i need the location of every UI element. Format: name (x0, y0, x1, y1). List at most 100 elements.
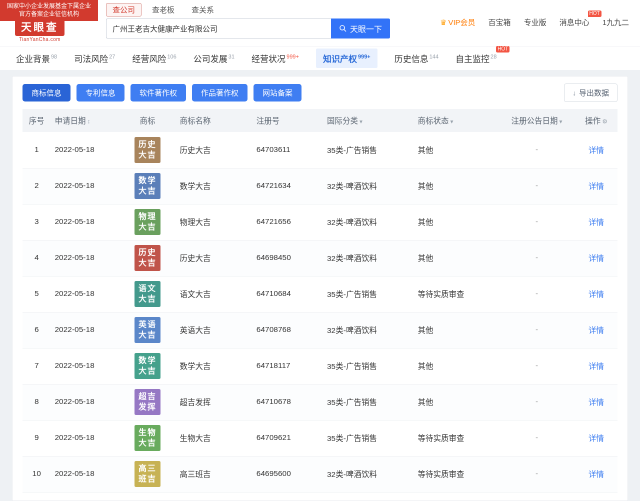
crown-icon: ♛ (439, 18, 447, 28)
search-icon (339, 25, 347, 32)
nav-item[interactable]: 企业背景98 (16, 52, 57, 65)
cell-mark-name: 物理大吉 (175, 204, 253, 241)
detail-link[interactable]: 详情 (589, 399, 605, 408)
nav-item[interactable]: 知识产权999+ (315, 48, 378, 68)
trademark-image[interactable]: 生物 大吉 (134, 425, 161, 451)
toolbar: 商标信息 专利信息 软件著作权 作品著作权 网站备案 ↓ 导出数据 (22, 83, 618, 102)
search-tab[interactable]: 查公司 (106, 3, 142, 17)
user-menu-item[interactable]: ♛ VIP会员 (440, 17, 475, 28)
certification-ribbon: 国家中小企业发展基金下属企业 官方备案企业征信机构 (0, 0, 99, 21)
user-menu-item[interactable]: 1九九二 (602, 17, 629, 28)
trademark-image[interactable]: 超吉 发挥 (134, 389, 161, 415)
cell-mark: 超吉 发挥 (119, 384, 176, 421)
column-header: 注册公告日期 ▾ (498, 109, 576, 132)
cell-serial: 2 (22, 168, 51, 205)
cell-status: 其他 (413, 168, 499, 205)
cell-serial: 6 (22, 312, 51, 349)
cell-mark: 物理 大吉 (119, 204, 176, 241)
user-menu-item[interactable]: 百宝箱 (488, 17, 511, 28)
cell-apply-date: 2022-05-18 (50, 420, 120, 457)
cell-mark: 数学 大吉 (119, 168, 176, 205)
trademark-image[interactable]: 英语 大吉 (134, 317, 161, 343)
cell-serial: 10 (22, 456, 51, 493)
nav-item[interactable]: 历史信息144 (394, 52, 438, 65)
export-button[interactable]: ↓ 导出数据 (563, 83, 618, 102)
section-tab[interactable]: 作品著作权 (192, 84, 248, 102)
cell-mark-name: 高三班吉 (175, 456, 253, 493)
trademark-image[interactable]: 物理 大吉 (134, 209, 161, 235)
cell-reg-no: 64718117 (252, 348, 323, 385)
section-tab[interactable]: 商标信息 (22, 84, 71, 102)
cell-intl-class: 32类-啤酒饮料 (323, 456, 414, 493)
table-row: 9 2022-05-18 生物 大吉 生物大吉 64709621 35类-广告销售 等待实质审… (22, 420, 618, 457)
detail-link[interactable]: 详情 (589, 363, 605, 372)
sort-icon[interactable]: ↕ (87, 118, 90, 125)
column-header: 商标状态 ▾ (413, 109, 499, 132)
search-area: 查公司查老板查关系 天眼一下 (106, 3, 390, 39)
search-button-label: 天眼一下 (349, 25, 382, 35)
user-menu-item[interactable]: 消息中心 HOT (559, 10, 602, 28)
search-tab[interactable]: 查老板 (146, 3, 182, 17)
trademark-image[interactable]: 历史 大吉 (134, 136, 161, 163)
cell-mark: 历史 大吉 (119, 240, 176, 277)
filter-icon[interactable]: ▾ (559, 118, 562, 125)
detail-link[interactable]: 详情 (589, 146, 605, 155)
detail-link[interactable]: 详情 (589, 255, 605, 264)
cell-announce-date: - (498, 240, 576, 277)
cell-mark: 数学 大吉 (119, 348, 176, 385)
cell-status: 其他 (413, 384, 499, 421)
section-tab[interactable]: 专利信息 (76, 84, 125, 102)
cell-apply-date: 2022-05-18 (50, 276, 120, 313)
cell-announce-date: - (498, 312, 576, 349)
column-header: 商标名称 (175, 109, 253, 132)
section-tab[interactable]: 网站备案 (253, 84, 302, 102)
cell-action: 详情 (575, 384, 618, 421)
detail-link[interactable]: 详情 (589, 435, 605, 444)
user-menu-item[interactable]: 专业版 (524, 17, 547, 28)
filter-icon[interactable]: ▾ (360, 118, 363, 125)
cell-serial: 5 (22, 276, 51, 313)
search-tab[interactable]: 查关系 (185, 3, 221, 17)
section-tab[interactable]: 软件著作权 (130, 84, 187, 102)
trademark-image[interactable]: 高三 班吉 (134, 461, 161, 487)
cell-announce-date: - (498, 276, 576, 313)
trademark-image[interactable]: 历史 大吉 (134, 245, 161, 271)
cell-announce-date: - (498, 132, 576, 169)
detail-link[interactable]: 详情 (589, 471, 605, 480)
cell-reg-no: 64698450 (252, 240, 323, 277)
search-row: 天眼一下 (106, 18, 390, 39)
filter-icon[interactable]: ▾ (450, 118, 453, 125)
cell-reg-no: 64710684 (252, 276, 323, 313)
trademark-image[interactable]: 数学 大吉 (134, 173, 161, 199)
search-button[interactable]: 天眼一下 (331, 18, 390, 39)
cell-reg-no: 64710678 (252, 384, 323, 421)
table-row: 10 2022-05-18 高三 班吉 高三班吉 64695600 32类-啤酒饮料 等待实质… (22, 456, 618, 493)
detail-link[interactable]: 详情 (589, 183, 605, 192)
nav-item[interactable]: 经营状况999+ (252, 52, 299, 65)
detail-link[interactable]: 详情 (589, 291, 605, 300)
cell-announce-date: - (498, 168, 576, 205)
table-row: 4 2022-05-18 历史 大吉 历史大吉 64698450 32类-啤酒饮料 其他 - 详情 (22, 240, 618, 277)
nav-item[interactable]: 经营风险106 (132, 52, 176, 65)
detail-link[interactable]: 详情 (589, 327, 605, 336)
site-header: 国家中小企业发展基金下属企业 官方备案企业征信机构 天眼查 TianYanCha… (0, 0, 640, 46)
nav-item[interactable]: 公司发展31 (193, 52, 234, 65)
cell-reg-no: 64721656 (252, 204, 323, 241)
trademark-image[interactable]: 语文 大吉 (134, 281, 161, 307)
cell-action: 详情 (575, 420, 618, 457)
search-input[interactable] (106, 18, 331, 39)
column-header: 申请日期 ↕ (50, 109, 120, 132)
trademark-image[interactable]: 数学 大吉 (134, 353, 161, 379)
nav-item[interactable]: 自主监控28 HOT (456, 46, 510, 65)
nav-item[interactable]: 司法风险27 (74, 52, 115, 65)
cell-status: 等待实质审查 (413, 276, 499, 313)
cell-reg-no: 64709621 (252, 420, 323, 457)
gear-icon[interactable]: ⚙ (602, 118, 607, 125)
section-tabs: 商标信息 专利信息 软件著作权 作品著作权 网站备案 (22, 84, 308, 102)
cell-intl-class: 35类-广告销售 (323, 348, 414, 385)
cell-apply-date: 2022-05-18 (50, 348, 120, 385)
detail-link[interactable]: 详情 (589, 219, 605, 228)
cell-status: 其他 (413, 132, 499, 169)
cell-intl-class: 32类-啤酒饮料 (323, 168, 414, 205)
cell-reg-no: 64703611 (252, 132, 323, 169)
